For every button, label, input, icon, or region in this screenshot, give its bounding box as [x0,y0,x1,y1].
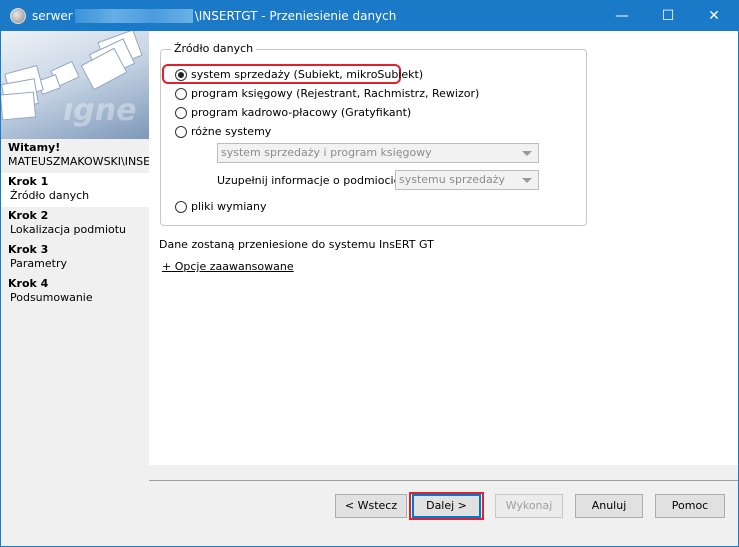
window-title-prefix: serwer [32,9,73,23]
systems-combo[interactable]: system sprzedaży i program księgowy [217,143,539,163]
radio-label[interactable]: program księgowy (Rejestrant, Rachmistrz… [191,87,479,100]
banner-watermark: ıgne [63,93,137,128]
sidebar-step-1: Krok 1 Źródło danych [1,173,149,207]
welcome-user: MATEUSZMAKOWSKI\INSE [8,155,149,168]
advanced-options-link[interactable]: + Opcje zaawansowane [162,260,294,273]
radio-exchange-files[interactable]: pliki wymiany [175,200,267,213]
wizard-sidebar: ıgne Witamy! MATEUSZMAKOWSKI\INSE Krok 1… [1,31,149,546]
wizard-content: Źródło danych system sprzedaży (Subiekt,… [149,31,738,465]
close-button[interactable]: ✕ [691,1,737,31]
radio-sales-system[interactable]: system sprzedaży (Subiekt, mikroSubiekt) [175,68,423,81]
radio-indicator[interactable] [175,125,187,138]
radio-indicator[interactable] [175,87,187,100]
radio-payroll-program[interactable]: program kadrowo-płacowy (Gratyfikant) [175,106,411,119]
radio-label[interactable]: pliki wymiany [191,200,267,213]
wizard-window: serwer \INSERTGT - Przeniesienie danych —… [0,0,739,547]
source-group-title: Źródło danych [171,42,257,56]
app-icon [10,8,26,24]
step-title: Krok 2 [8,209,49,222]
step-label: Lokalizacja podmiotu [10,223,127,236]
minimize-button[interactable]: — [599,1,645,31]
next-button[interactable]: Dalej > [412,494,481,518]
footer-separator [149,480,738,481]
radio-accounting-program[interactable]: program księgowy (Rejestrant, Rachmistrz… [175,87,479,100]
wizard-banner-image: ıgne [1,31,149,139]
systems-combo-value: system sprzedaży i program księgowy [221,146,432,159]
info-text: Dane zostaną przeniesione do systemu Ins… [159,238,434,251]
help-button[interactable]: Pomoc [655,494,725,518]
step-title: Krok 4 [8,277,49,290]
radio-indicator[interactable] [175,200,187,213]
chevron-down-icon [522,151,532,156]
welcome-section: Witamy! MATEUSZMAKOWSKI\INSE [1,141,149,173]
radio-label[interactable]: różne systemy [191,125,271,138]
sidebar-step-3: Krok 3 Parametry [1,243,149,277]
radio-label[interactable]: program kadrowo-płacowy (Gratyfikant) [191,106,411,119]
welcome-title: Witamy! [8,141,61,154]
radio-indicator[interactable] [175,106,187,119]
complete-info-combo[interactable]: systemu sprzedaży [395,170,539,190]
window-title-suffix: \INSERTGT - Przeniesienie danych [194,9,397,23]
step-title: Krok 1 [8,175,49,188]
back-button[interactable]: < Wstecz [335,494,407,518]
step-label: Podsumowanie [10,291,93,304]
source-groupbox: Źródło danych system sprzedaży (Subiekt,… [160,42,587,226]
complete-info-label: Uzupełnij informacje o podmiocie z: [217,174,414,187]
radio-label[interactable]: system sprzedaży (Subiekt, mikroSubiekt) [191,68,423,81]
radio-various-systems[interactable]: różne systemy [175,125,271,138]
chevron-down-icon [522,178,532,183]
step-label: Źródło danych [10,189,90,202]
sidebar-step-4: Krok 4 Podsumowanie [1,277,149,311]
window-title: serwer \INSERTGT - Przeniesienie danych [32,9,396,23]
sidebar-step-2: Krok 2 Lokalizacja podmiotu [1,209,149,243]
cancel-button[interactable]: Anuluj [575,494,643,518]
maximize-button[interactable]: ☐ [645,1,691,31]
radio-indicator[interactable] [175,68,187,81]
title-bar: serwer \INSERTGT - Przeniesienie danych —… [1,1,738,31]
redacted-server-name [74,9,193,23]
execute-button: Wykonaj [495,494,563,518]
step-title: Krok 3 [8,243,49,256]
step-label: Parametry [10,257,67,270]
complete-info-combo-value: systemu sprzedaży [399,173,506,186]
